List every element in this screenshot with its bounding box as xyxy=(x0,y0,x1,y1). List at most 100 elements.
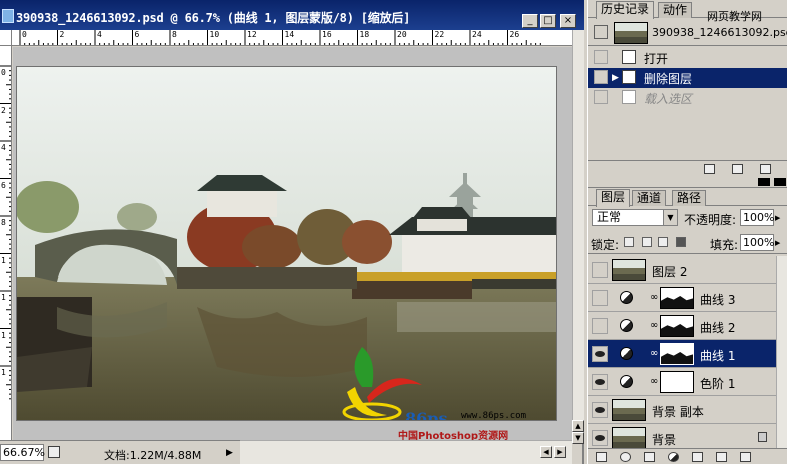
panel-close-icon[interactable] xyxy=(774,178,786,186)
document-titlebar[interactable]: 390938_1246613092.psd @ 66.7% (曲线 1, 图层蒙… xyxy=(0,0,584,30)
scroll-right-icon[interactable]: ▶ xyxy=(554,446,566,458)
minimize-button[interactable]: _ xyxy=(522,14,538,28)
lock-move-icon[interactable] xyxy=(658,237,668,247)
new-group-folder-icon[interactable] xyxy=(692,452,703,462)
history-state-icon xyxy=(622,50,636,64)
layer-thumbnail xyxy=(612,399,646,421)
scroll-down-icon[interactable]: ▼ xyxy=(572,432,584,444)
opacity-input[interactable]: 100% xyxy=(740,209,774,226)
horizontal-scrollbar[interactable]: ◀ ▶ xyxy=(240,440,572,464)
new-layer-icon[interactable] xyxy=(716,452,727,462)
blend-mode-select[interactable]: 正常 ▼ xyxy=(592,209,678,226)
ruler-label: 14 xyxy=(284,30,295,39)
lock-all-icon[interactable] xyxy=(676,237,686,247)
status-menu-arrow-icon[interactable]: ▶ xyxy=(226,448,233,458)
layer-row-levels-1[interactable]: ∞ 色阶 1 xyxy=(588,368,787,396)
layer-row-curves-3[interactable]: ∞ 曲线 3 xyxy=(588,284,787,312)
visibility-eye-icon[interactable] xyxy=(592,374,608,390)
lock-label: 锁定: xyxy=(591,238,620,252)
tab-actions[interactable]: 动作 xyxy=(658,2,693,18)
new-snapshot-icon[interactable] xyxy=(732,164,743,174)
history-footer xyxy=(588,160,787,176)
vertical-scrollbar[interactable]: ▲ ▼ xyxy=(572,30,584,444)
new-document-from-state-icon[interactable] xyxy=(704,164,715,174)
scroll-up-icon[interactable]: ▲ xyxy=(572,420,584,432)
current-state-arrow-icon: ▶ xyxy=(612,73,619,83)
ruler-label: 1 xyxy=(1,368,6,377)
adjustment-layer-icon xyxy=(620,375,633,388)
mask-link-icon[interactable]: ∞ xyxy=(650,292,658,303)
fill-input[interactable]: 100% xyxy=(740,234,774,251)
visibility-eye-icon[interactable] xyxy=(592,262,608,278)
history-source-checkbox[interactable] xyxy=(594,70,608,84)
lock-brush-icon[interactable] xyxy=(642,237,652,247)
history-source-checkbox[interactable] xyxy=(594,90,608,104)
add-mask-icon[interactable] xyxy=(644,452,655,462)
blend-row: 正常 ▼ 不透明度: 100% ▶ xyxy=(588,206,787,230)
tab-paths[interactable]: 路径 xyxy=(672,190,707,206)
layer-mask-thumbnail[interactable] xyxy=(660,371,694,393)
fill-slider-arrow-icon[interactable]: ▶ xyxy=(775,239,780,247)
layer-row-curves-2[interactable]: ∞ 曲线 2 xyxy=(588,312,787,340)
tab-history[interactable]: 历史记录 xyxy=(596,1,655,19)
layer-mask-thumbnail[interactable] xyxy=(660,287,694,309)
layer-row-curves-1[interactable]: ∞ 曲线 1 xyxy=(588,340,787,368)
vertical-ruler[interactable]: 0 2 4 6 8 1 1 1 1 xyxy=(0,46,12,440)
layer-list-scrollbar[interactable] xyxy=(776,256,787,448)
ruler-label: 24 xyxy=(472,30,482,39)
chevron-down-icon[interactable]: ▼ xyxy=(663,210,677,225)
trash-icon[interactable] xyxy=(760,164,771,174)
visibility-eye-icon[interactable] xyxy=(592,402,608,418)
ruler-label: 2 xyxy=(59,30,65,39)
layer-thumbnail xyxy=(612,427,646,448)
new-adjustment-layer-icon[interactable] xyxy=(668,452,679,462)
visibility-eye-icon[interactable] xyxy=(592,290,608,306)
blend-mode-value: 正常 xyxy=(597,210,622,224)
horizontal-ruler[interactable]: 0 2 4 6 8 10 12 14 16 18 20 22 24 26 xyxy=(12,30,572,46)
mask-link-icon[interactable]: ∞ xyxy=(650,320,658,331)
canvas-area[interactable]: 86ps www.86ps.com 中国Photoshop资源网 xyxy=(13,47,572,440)
layer-style-icon[interactable] xyxy=(620,452,631,462)
close-button[interactable]: × xyxy=(560,14,576,28)
ruler-label: 1 xyxy=(1,255,6,265)
layer-list[interactable]: 图层 2 ∞ 曲线 3 ∞ 曲线 2 ∞ 曲线 1 ∞ 色阶 1 背景 副本 背… xyxy=(588,256,787,448)
ruler-label: 0 xyxy=(1,68,6,77)
history-item[interactable]: ▶ 删除图层 xyxy=(588,68,787,88)
history-item[interactable]: 打开 xyxy=(588,48,787,68)
link-layers-icon[interactable] xyxy=(596,452,607,462)
history-source-checkbox[interactable] xyxy=(594,50,608,64)
trash-icon[interactable] xyxy=(740,452,751,462)
panel-titlebar[interactable] xyxy=(588,176,787,188)
layer-row-background-copy[interactable]: 背景 副本 xyxy=(588,396,787,424)
layer-name: 图层 2 xyxy=(652,265,688,279)
lock-icon xyxy=(758,432,767,442)
maximize-button[interactable]: □ xyxy=(540,14,556,28)
layer-row-layer-2[interactable]: 图层 2 xyxy=(588,256,787,284)
scroll-left-icon[interactable]: ◀ xyxy=(540,446,552,458)
layer-row-background[interactable]: 背景 xyxy=(588,424,787,448)
visibility-eye-icon[interactable] xyxy=(592,318,608,334)
zoom-level-field[interactable]: 66.67% xyxy=(0,444,45,461)
ruler-label: 8 xyxy=(1,218,6,227)
layer-mask-thumbnail[interactable] xyxy=(660,315,694,337)
visibility-eye-icon[interactable] xyxy=(592,430,608,446)
mask-link-icon[interactable]: ∞ xyxy=(650,348,658,359)
history-item-label: 打开 xyxy=(644,52,669,66)
status-icon[interactable] xyxy=(48,446,60,458)
layer-mask-thumbnail[interactable] xyxy=(660,343,694,365)
adjustment-layer-icon xyxy=(620,319,633,332)
ruler-corner[interactable] xyxy=(0,30,12,46)
tab-channels[interactable]: 通道 xyxy=(632,190,667,206)
ruler-label: 22 xyxy=(434,30,445,39)
layer-thumbnail xyxy=(612,259,646,281)
ruler-label: 1 xyxy=(1,330,6,340)
visibility-eye-icon[interactable] xyxy=(592,346,608,362)
mask-link-icon[interactable]: ∞ xyxy=(650,376,658,387)
photo-canvas[interactable]: 86ps www.86ps.com xyxy=(16,66,557,421)
tab-layers[interactable]: 图层 xyxy=(596,189,631,207)
opacity-slider-arrow-icon[interactable]: ▶ xyxy=(775,214,780,222)
lock-transparency-icon[interactable] xyxy=(624,237,634,247)
snapshot-brush-icon[interactable] xyxy=(594,25,608,39)
history-item[interactable]: 载入选区 xyxy=(588,88,787,108)
panel-minimize-icon[interactable] xyxy=(758,178,770,186)
